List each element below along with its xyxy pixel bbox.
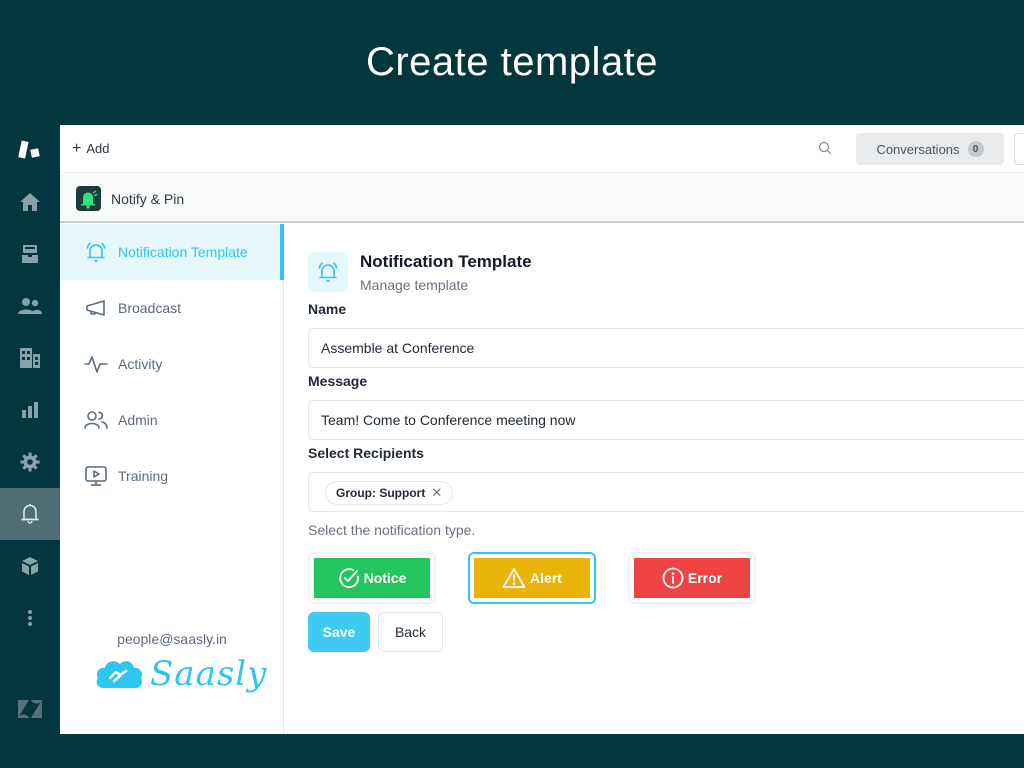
notice-label: Notice xyxy=(363,570,407,586)
bell-icon xyxy=(21,504,39,524)
app-name: Notify & Pin xyxy=(111,191,185,207)
app-frame: + Add Conversations 0 Notify & Pin Notif… xyxy=(0,125,1024,734)
zendesk-logo-icon xyxy=(18,140,40,159)
sidebar-item-training[interactable]: Training xyxy=(60,448,284,504)
add-button[interactable]: + Add xyxy=(72,139,110,157)
type-option-notice[interactable]: Notice xyxy=(308,552,436,604)
sidebar-item-activity[interactable]: Activity xyxy=(60,336,284,392)
sidebar-item-broadcast[interactable]: Broadcast xyxy=(60,280,284,336)
name-label: Name xyxy=(308,301,347,317)
conversations-count-badge: 0 xyxy=(967,141,984,157)
conversations-button[interactable]: Conversations 0 xyxy=(856,133,1004,165)
alert-label: Alert xyxy=(530,570,562,586)
plus-icon: + xyxy=(72,139,82,157)
rail-reporting[interactable] xyxy=(0,384,60,436)
sidebar-item-notification-template[interactable]: Notification Template xyxy=(60,224,284,280)
sidebar-item-label: Notification Template xyxy=(118,244,248,260)
check-circle-icon xyxy=(338,568,359,588)
recipients-select[interactable]: Group: Support ✕ xyxy=(308,472,1024,512)
recipient-chip: Group: Support ✕ xyxy=(325,481,454,505)
rail-customers[interactable] xyxy=(0,280,60,332)
toolbar-overflow-button[interactable] xyxy=(1014,133,1024,165)
message-input[interactable] xyxy=(308,400,1024,440)
cloud-handshake-icon xyxy=(96,661,143,689)
megaphone-icon xyxy=(84,296,108,320)
user-email: people@saasly.in xyxy=(117,631,227,647)
message-label: Message xyxy=(308,373,368,389)
page-subtitle: Manage template xyxy=(360,277,469,293)
rail-zendesk-products[interactable] xyxy=(0,685,60,733)
page-icon xyxy=(308,252,348,292)
top-toolbar: + Add Conversations 0 xyxy=(60,125,1024,173)
rail-organizations[interactable] xyxy=(0,332,60,384)
error-label: Error xyxy=(687,570,723,586)
warning-triangle-icon xyxy=(502,568,526,588)
zendesk-logo[interactable] xyxy=(0,125,60,175)
home-icon xyxy=(20,193,40,211)
saasly-logo: Saasly xyxy=(94,654,267,694)
rail-views[interactable] xyxy=(0,228,60,280)
sidebar-item-label: Training xyxy=(118,468,169,484)
rail-apps[interactable] xyxy=(0,540,60,592)
search-button[interactable] xyxy=(818,141,832,160)
recipient-chip-label: Group: Support xyxy=(336,486,426,500)
more-vertical-icon xyxy=(28,610,32,626)
remove-chip-icon[interactable]: ✕ xyxy=(431,485,442,501)
app-sidebar: Notification Template Broadcast Activity… xyxy=(60,224,284,734)
bell-ringing-icon xyxy=(80,190,98,209)
inbox-icon xyxy=(22,245,38,263)
search-icon xyxy=(818,141,832,155)
rail-more[interactable] xyxy=(0,592,60,644)
app-logo xyxy=(76,186,101,211)
save-button[interactable]: Save xyxy=(308,612,370,652)
banner-title: Create template xyxy=(365,40,659,84)
name-input[interactable] xyxy=(308,328,1024,368)
main-content: Notification Template Manage template Na… xyxy=(308,224,1024,734)
reporting-icon xyxy=(22,402,38,418)
back-button[interactable]: Back xyxy=(378,612,443,652)
rail-notify-pin[interactable] xyxy=(0,488,60,540)
apps-box-icon xyxy=(22,557,38,575)
bell-ringing-icon xyxy=(318,262,338,282)
sidebar-item-label: Activity xyxy=(118,356,163,372)
recipients-label: Select Recipients xyxy=(308,445,424,461)
sidebar-item-label: Admin xyxy=(118,412,158,428)
rail-admin[interactable] xyxy=(0,436,60,488)
type-hint: Select the notification type. xyxy=(308,522,476,538)
app-header: Notify & Pin xyxy=(60,174,1024,223)
alert-button: Alert xyxy=(474,558,590,598)
users-icon xyxy=(18,298,42,314)
info-circle-icon xyxy=(662,567,684,589)
app-window: + Add Conversations 0 Notify & Pin Notif… xyxy=(60,125,1024,734)
users-icon xyxy=(84,408,108,432)
brand-name: Saasly xyxy=(150,654,268,694)
type-option-alert[interactable]: Alert xyxy=(468,552,596,604)
add-button-label: Add xyxy=(86,141,110,156)
zendesk-z-icon xyxy=(18,700,42,718)
conversations-label: Conversations xyxy=(876,141,960,157)
monitor-play-icon xyxy=(84,464,108,488)
sidebar-item-label: Broadcast xyxy=(118,300,182,316)
activity-icon xyxy=(84,352,108,376)
page-title: Notification Template xyxy=(360,252,532,271)
sidebar-item-admin[interactable]: Admin xyxy=(60,392,284,448)
organizations-icon xyxy=(20,348,40,368)
zendesk-rail xyxy=(0,125,60,734)
notice-button: Notice xyxy=(314,558,430,598)
error-button: Error xyxy=(634,558,750,598)
gear-icon xyxy=(20,452,40,472)
bell-ringing-icon xyxy=(84,240,108,264)
type-option-error[interactable]: Error xyxy=(628,552,756,604)
rail-home[interactable] xyxy=(0,176,60,228)
